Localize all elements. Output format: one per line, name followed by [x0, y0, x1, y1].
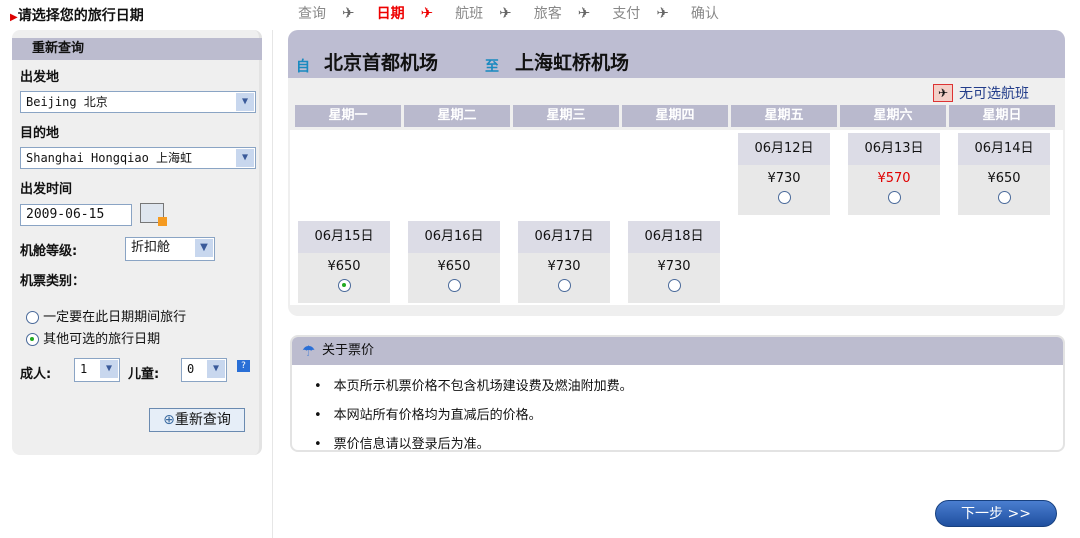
date-radio[interactable] — [777, 191, 791, 204]
price-note: 票价信息请以登录后为准。 — [314, 433, 1063, 452]
umbrella-icon: ☂ — [302, 342, 316, 360]
radio-button[interactable] — [26, 311, 39, 324]
date-label: 06月14日 — [958, 133, 1050, 165]
date-label: 06月15日 — [298, 221, 390, 253]
origin-airport: 北京首都机场 — [324, 52, 439, 74]
plane-arrow-icon: ✈ — [342, 4, 355, 22]
origin-label: 出发地 — [20, 70, 60, 85]
option-flexible-date[interactable]: 其他可选的旅行日期 — [26, 328, 160, 347]
price-label: ¥730 — [767, 171, 801, 186]
route-header: 自 北京首都机场 至 上海虹桥机场 — [288, 30, 1065, 78]
date-radio[interactable] — [997, 191, 1011, 204]
adult-select[interactable]: 1 ▼ — [74, 358, 120, 382]
price-label: ¥730 — [657, 259, 691, 274]
date-radio[interactable] — [447, 279, 461, 292]
child-label: 儿童: — [128, 367, 160, 382]
weekday-header: 星期六 — [840, 105, 946, 127]
plane-arrow-icon: ✈ — [499, 4, 512, 22]
date-cell[interactable]: 06月12日 ¥730 — [738, 133, 830, 215]
weekday-header: 星期三 — [513, 105, 619, 127]
price-label: ¥730 — [547, 259, 581, 274]
date-radio[interactable] — [887, 191, 901, 204]
step-progress: 查询 ✈ 日期 ✈ 航班 ✈ 旅客 ✈ 支付 ✈ 确认 — [298, 3, 735, 23]
weekday-header: 星期一 — [295, 105, 401, 127]
price-info-box: ☂关于票价 本页所示机票价格不包含机场建设费及燃油附加费。 本网站所有价格均为直… — [290, 335, 1065, 452]
price-label: ¥650 — [437, 259, 471, 274]
date-label: 06月18日 — [628, 221, 720, 253]
class-label: 机舱等级: — [20, 244, 78, 259]
price-info-header: ☂ 关于票价 — [292, 337, 1063, 365]
research-button[interactable]: ⊕重新查询 — [149, 408, 245, 432]
search-panel: 重新查询 出发地 Beijing 北京 ▼ 目的地 Shanghai Hongqi… — [12, 30, 262, 455]
date-cell[interactable]: 06月13日 ¥570 — [848, 133, 940, 215]
plane-arrow-icon: ✈ — [577, 4, 591, 22]
date-cell[interactable]: 06月14日 ¥650 — [958, 133, 1050, 215]
no-flight-icon: ✈ — [933, 84, 953, 102]
step-2: 日期 — [376, 6, 405, 22]
step-6: 确认 — [690, 6, 719, 22]
divider — [272, 30, 273, 538]
step-5: 支付 — [612, 6, 641, 22]
chevron-down-icon: ▼ — [236, 93, 254, 111]
weekday-header: 星期二 — [404, 105, 510, 127]
dest-label: 目的地 — [20, 126, 60, 141]
date-cell[interactable]: 06月16日 ¥650 — [408, 221, 500, 303]
help-icon[interactable]: ? — [237, 360, 250, 372]
price-note: 本页所示机票价格不包含机场建设费及燃油附加费。 — [314, 375, 1063, 394]
no-flight-legend: ✈ 无可选航班 — [933, 83, 1029, 103]
adult-label: 成人: — [20, 367, 52, 382]
date-input[interactable]: 2009-06-15 — [20, 204, 132, 226]
option-fixed-date[interactable]: 一定要在此日期期间旅行 — [26, 306, 186, 325]
date-selection-panel: 自 北京首都机场 至 上海虹桥机场 ✈ 无可选航班 星期一 星期二 星期三 星期四 星期… — [288, 30, 1065, 316]
date-label: 06月12日 — [738, 133, 830, 165]
next-step-button[interactable]: 下一步 >> — [935, 500, 1057, 527]
search-panel-header: 重新查询 — [12, 38, 262, 60]
plane-arrow-icon: ✈ — [656, 4, 669, 22]
price-label: ¥650 — [987, 171, 1021, 186]
to-prefix: 至 — [485, 59, 499, 75]
page-title: ▶请选择您的旅行日期 — [10, 8, 144, 24]
origin-select[interactable]: Beijing 北京 ▼ — [20, 91, 256, 113]
date-label: 06月13日 — [848, 133, 940, 165]
ticket-type-label: 机票类别： — [20, 274, 86, 289]
cabin-class-select[interactable]: 折扣舱 ▼ — [125, 237, 215, 261]
radio-button[interactable] — [26, 333, 39, 346]
search-icon: ⊕ — [163, 412, 175, 428]
date-cell[interactable]: 06月17日 ¥730 — [518, 221, 610, 303]
price-label: ¥570 — [877, 171, 911, 186]
date-label: 出发时间 — [20, 182, 73, 197]
price-note: 本网站所有价格均为直减后的价格。 — [314, 404, 1063, 423]
date-label: 06月16日 — [408, 221, 500, 253]
chevron-down-icon: ▼ — [100, 360, 118, 378]
child-select[interactable]: 0 ▼ — [181, 358, 227, 382]
plane-arrow-icon: ✈ — [420, 4, 434, 22]
weekday-header: 星期五 — [731, 105, 837, 127]
date-radio[interactable] — [337, 279, 351, 292]
calendar-icon[interactable] — [140, 203, 167, 226]
chevron-down-icon: ▼ — [236, 149, 254, 167]
destination-airport: 上海虹桥机场 — [515, 52, 630, 74]
chevron-down-icon: ▼ — [195, 239, 213, 257]
date-label: 06月17日 — [518, 221, 610, 253]
date-radio[interactable] — [557, 279, 571, 292]
destination-select[interactable]: Shanghai Hongqiao 上海虹 ▼ — [20, 147, 256, 169]
step-1: 查询 — [298, 6, 326, 22]
step-4: 旅客 — [533, 6, 562, 22]
step-3: 航班 — [455, 6, 484, 22]
weekday-header: 星期四 — [622, 105, 728, 127]
triangle-icon: ▶ — [10, 12, 18, 23]
date-cell[interactable]: 06月18日 ¥730 — [628, 221, 720, 303]
chevron-down-icon: ▼ — [207, 360, 225, 378]
date-cell[interactable]: 06月15日 ¥650 — [298, 221, 390, 303]
weekday-header: 星期日 — [949, 105, 1055, 127]
price-label: ¥650 — [327, 259, 361, 274]
date-radio[interactable] — [667, 279, 681, 292]
calendar-grid: 06月12日 ¥730 06月13日 ¥570 06月14日 ¥650 06月15日 ¥650… — [290, 130, 1063, 305]
from-prefix: 自 — [296, 59, 310, 75]
